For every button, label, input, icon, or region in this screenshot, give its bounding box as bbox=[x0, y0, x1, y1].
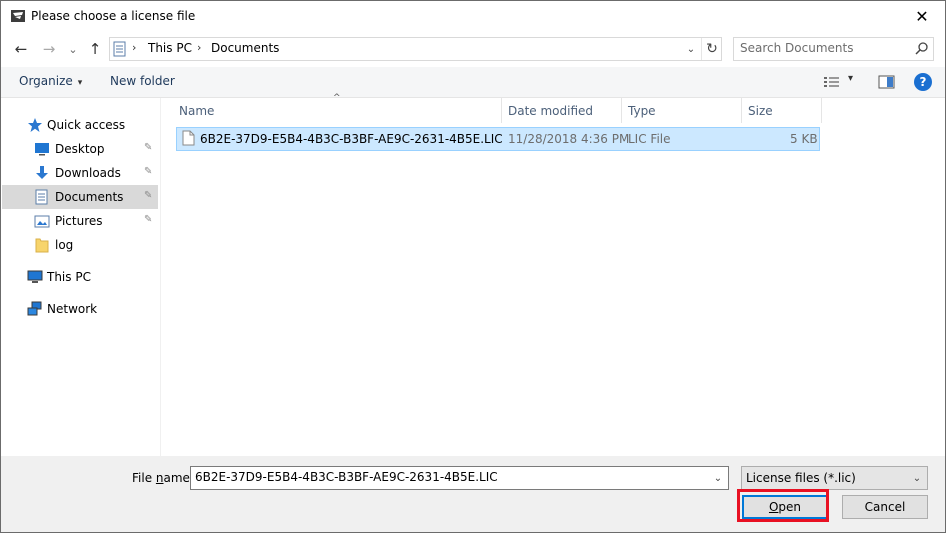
file-icon bbox=[182, 130, 195, 146]
view-options-icon[interactable] bbox=[823, 74, 841, 90]
column-header-label: Type bbox=[628, 104, 656, 118]
sidebar-item-label: Desktop bbox=[55, 142, 105, 156]
search-input[interactable] bbox=[734, 38, 910, 58]
breadcrumb-separator: › bbox=[132, 41, 137, 54]
close-icon: ✕ bbox=[915, 6, 929, 26]
file-type: LIC File bbox=[628, 132, 671, 146]
organize-label: Organize bbox=[19, 74, 73, 88]
pin-icon: ✎ bbox=[144, 166, 153, 177]
filename-label-part: File bbox=[132, 471, 156, 485]
search-icon bbox=[915, 42, 928, 55]
open-accesskey: O bbox=[768, 500, 779, 514]
column-header-type[interactable]: Type bbox=[622, 98, 741, 123]
title-bar: Please choose a license file ✕ bbox=[1, 1, 945, 31]
sidebar-item-documents[interactable]: Documents ✎ bbox=[2, 185, 158, 209]
cancel-button[interactable]: Cancel bbox=[842, 495, 928, 519]
file-date-modified: 11/28/2018 4:36 PM bbox=[508, 132, 630, 146]
window-title: Please choose a license file bbox=[31, 9, 196, 23]
network-icon bbox=[27, 301, 42, 316]
preview-pane-icon[interactable] bbox=[878, 74, 896, 90]
sidebar-item-label: Pictures bbox=[55, 214, 103, 228]
close-button[interactable]: ✕ bbox=[899, 1, 945, 31]
forward-arrow-icon: → bbox=[42, 40, 56, 58]
column-header-label: Name bbox=[179, 104, 215, 118]
filename-combobox[interactable]: ⌄ bbox=[190, 466, 729, 490]
pictures-icon bbox=[34, 215, 50, 228]
breadcrumb-this-pc[interactable]: This PC bbox=[148, 41, 192, 55]
view-dropdown-caret-icon[interactable]: ▾ bbox=[848, 73, 853, 84]
filename-label-accesskey: n bbox=[155, 471, 164, 485]
chevron-down-icon: ⌄ bbox=[713, 472, 723, 484]
up-button[interactable]: ↑ bbox=[85, 39, 105, 59]
sidebar-item-label: Downloads bbox=[55, 166, 121, 180]
star-icon bbox=[28, 118, 42, 132]
sidebar-item-downloads[interactable]: Downloads ✎ bbox=[2, 161, 158, 185]
address-dropdown-button[interactable]: ⌄ bbox=[683, 40, 699, 58]
new-folder-button[interactable]: New folder bbox=[110, 74, 175, 88]
file-name: 6B2E-37D9-E5B4-4B3C-B3BF-AE9C-2631-4B5E.… bbox=[200, 132, 503, 146]
chevron-down-icon: ⌄ bbox=[68, 42, 78, 56]
organize-button[interactable]: Organize ▾ bbox=[19, 74, 82, 88]
breadcrumb-documents[interactable]: Documents bbox=[211, 41, 279, 55]
chevron-down-icon: ⌄ bbox=[686, 43, 696, 55]
breadcrumb-separator: › bbox=[197, 41, 202, 54]
file-type-filter-value: License files (*.lic) bbox=[746, 471, 856, 485]
sidebar-item-label: Quick access bbox=[47, 118, 126, 132]
folder-icon bbox=[35, 238, 49, 253]
documents-icon bbox=[113, 41, 126, 57]
open-label: pen bbox=[778, 500, 802, 514]
column-header-name[interactable]: Name bbox=[173, 98, 501, 123]
up-arrow-icon: ↑ bbox=[88, 40, 102, 58]
command-bar: Organize ▾ New folder ▾ ? bbox=[1, 67, 945, 98]
column-header-date-modified[interactable]: Date modified bbox=[502, 98, 621, 123]
filename-dropdown-button[interactable]: ⌄ bbox=[710, 469, 726, 487]
recent-locations-button[interactable]: ⌄ bbox=[63, 39, 83, 59]
search-box[interactable] bbox=[733, 37, 934, 61]
new-folder-label: New folder bbox=[110, 74, 175, 88]
pin-icon: ✎ bbox=[144, 142, 153, 153]
sidebar-item-network[interactable]: Network bbox=[2, 297, 158, 321]
sidebar-item-this-pc[interactable]: This PC bbox=[2, 265, 158, 289]
file-size: 5 KB bbox=[790, 132, 818, 146]
help-button[interactable]: ? bbox=[914, 73, 932, 91]
computer-icon bbox=[27, 270, 43, 283]
caret-down-icon: ▾ bbox=[77, 78, 83, 88]
app-icon bbox=[11, 10, 25, 22]
chevron-down-icon: ⌄ bbox=[912, 472, 922, 484]
file-open-dialog: Please choose a license file ✕ ← → ⌄ ↑ ›… bbox=[0, 0, 946, 533]
filter-dropdown-button[interactable]: ⌄ bbox=[909, 469, 925, 487]
refresh-icon: ↻ bbox=[706, 41, 718, 57]
pin-icon: ✎ bbox=[144, 190, 153, 201]
download-icon bbox=[36, 166, 48, 179]
column-header-label: Size bbox=[748, 104, 773, 118]
file-type-filter-select[interactable]: License files (*.lic) ⌄ bbox=[741, 466, 928, 490]
pin-icon: ✎ bbox=[144, 214, 153, 225]
sidebar-item-desktop[interactable]: Desktop ✎ bbox=[2, 137, 158, 161]
filename-input[interactable] bbox=[191, 467, 710, 487]
open-button[interactable]: Open bbox=[742, 495, 828, 519]
sidebar-item-quick-access[interactable]: Quick access bbox=[2, 113, 158, 137]
refresh-button[interactable]: ↻ bbox=[701, 38, 722, 60]
file-row[interactable]: 6B2E-37D9-E5B4-4B3C-B3BF-AE9C-2631-4B5E.… bbox=[176, 127, 820, 151]
column-divider[interactable] bbox=[821, 98, 822, 123]
sidebar-item-pictures[interactable]: Pictures ✎ bbox=[2, 209, 158, 233]
sidebar-item-label: Documents bbox=[55, 190, 124, 204]
back-arrow-icon: ← bbox=[14, 40, 28, 58]
desktop-icon bbox=[35, 143, 49, 156]
address-bar[interactable]: › This PC › Documents ⌄ ↻ bbox=[109, 37, 722, 61]
sidebar-item-log[interactable]: log bbox=[2, 233, 158, 257]
filename-label: File name: bbox=[132, 471, 194, 485]
forward-button[interactable]: → bbox=[39, 39, 59, 59]
navigation-pane: Quick access Desktop ✎ Downloads ✎ Docum… bbox=[1, 98, 161, 456]
column-header-size[interactable]: Size bbox=[742, 98, 821, 123]
column-header-label: Date modified bbox=[508, 104, 594, 118]
sidebar-item-label: log bbox=[55, 238, 74, 252]
sidebar-item-label: This PC bbox=[47, 270, 91, 284]
dialog-footer: File name: ⌄ License files (*.lic) ⌄ Ope… bbox=[1, 456, 945, 532]
sidebar-item-label: Network bbox=[47, 302, 98, 316]
help-icon: ? bbox=[919, 75, 927, 89]
documents-icon bbox=[35, 189, 48, 205]
back-button[interactable]: ← bbox=[11, 39, 31, 59]
file-list: ^ Name Date modified Type Size 6B2E-37D9… bbox=[161, 93, 945, 456]
